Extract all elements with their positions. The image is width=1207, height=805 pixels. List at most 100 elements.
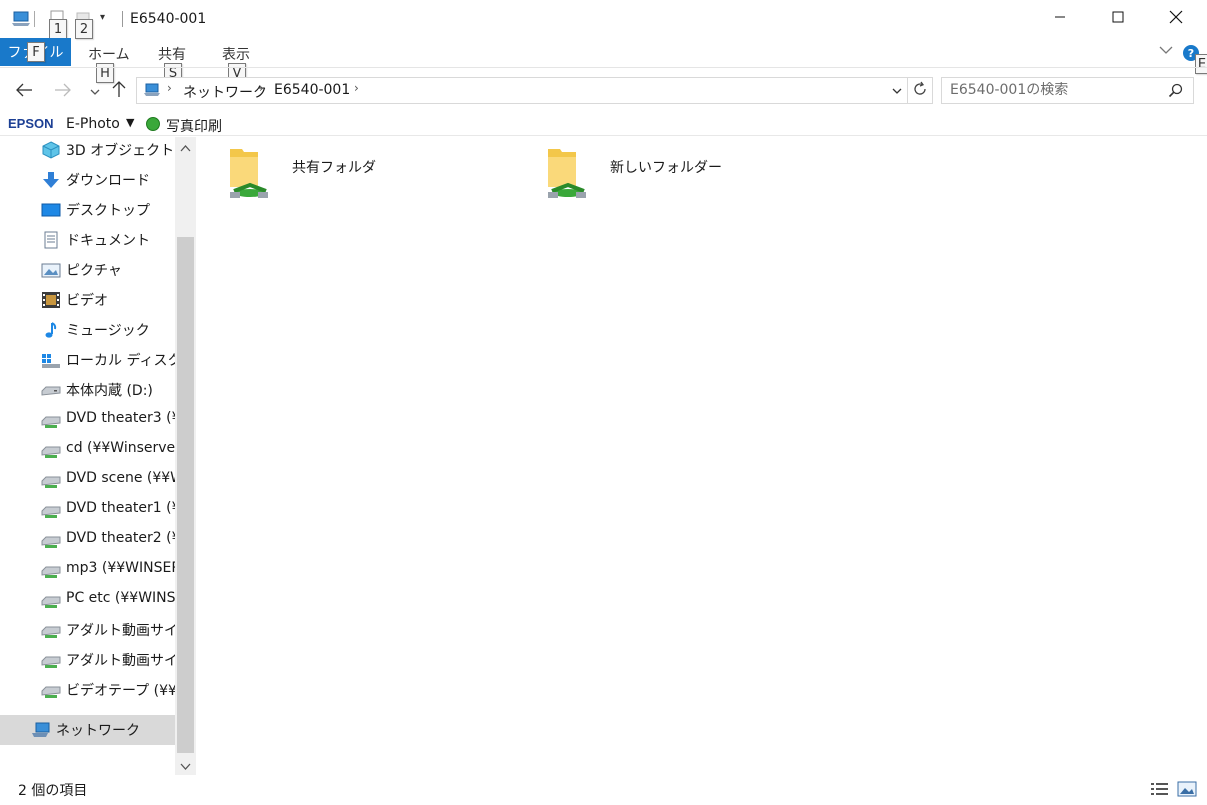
scroll-down-icon[interactable]	[180, 759, 191, 775]
tab-home[interactable]: ホーム	[88, 44, 130, 64]
sidebar-item-videos[interactable]: ビデオ	[0, 285, 175, 315]
search-box[interactable]	[941, 77, 1194, 104]
minimize-button[interactable]	[1031, 0, 1089, 38]
network-icon	[143, 82, 161, 102]
tab-view[interactable]: 表示	[222, 44, 250, 64]
sidebar-item-documents[interactable]: ドキュメント	[0, 225, 175, 255]
close-icon	[1169, 10, 1183, 28]
photo-print-icon	[146, 117, 160, 131]
file-list: 共有フォルダ 新しいフォルダー	[196, 137, 1207, 775]
e-photo-dropdown-icon[interactable]: ▼	[126, 116, 134, 129]
title-bar: 1 2 ▾ E6540-001	[0, 0, 1207, 39]
e-photo-label[interactable]: E-Photo	[66, 116, 120, 132]
search-input[interactable]	[950, 82, 1160, 98]
sidebar-item-local-disk-c[interactable]: ローカル ディスク (C:)	[0, 345, 175, 375]
network-drive-icon	[41, 441, 61, 459]
sidebar-item-dvd-theater3[interactable]: DVD theater3 (¥¥WINSERVER)	[0, 405, 175, 435]
3d-objects-icon	[41, 141, 61, 159]
breadcrumb-chevron-icon[interactable]: ›	[354, 81, 359, 95]
breadcrumb-chevron-icon[interactable]: ›	[167, 81, 172, 95]
up-button[interactable]	[108, 80, 130, 102]
sidebar-item-music[interactable]: ミュージック	[0, 315, 175, 345]
network-drive-icon	[41, 531, 61, 549]
sidebar-item-downloads[interactable]: ダウンロード	[0, 165, 175, 195]
network-drive-icon	[41, 501, 61, 519]
recent-locations-button[interactable]	[84, 80, 106, 102]
sidebar-item-drive-d[interactable]: 本体内蔵 (D:)	[0, 375, 175, 405]
network-drive-icon	[41, 561, 61, 579]
sidebar-item-pc-etc[interactable]: PC etc (¥¥WINSERVER)	[0, 585, 175, 615]
music-icon	[41, 321, 61, 339]
chevron-down-icon	[89, 81, 101, 102]
qa-separator	[34, 11, 35, 27]
address-bar[interactable]: › ネットワーク › E6540-001 ›	[136, 77, 908, 104]
sidebar-item-label: デスクトップ	[66, 203, 150, 219]
download-icon	[41, 171, 61, 189]
keytip-1: 1	[49, 19, 67, 39]
scroll-up-icon[interactable]	[180, 140, 191, 156]
qa-dropdown-icon[interactable]: ▾	[100, 12, 105, 23]
arrow-left-icon	[15, 81, 33, 102]
close-button[interactable]	[1147, 0, 1205, 38]
folder-item-new-folder[interactable]: 新しいフォルダー	[546, 147, 826, 209]
sidebar-item-label: cd (¥¥Winserver2)	[66, 440, 175, 456]
minimize-icon	[1054, 11, 1066, 27]
sidebar-item-label: 本体内蔵 (D:)	[66, 383, 153, 399]
breadcrumb-network[interactable]: ネットワーク	[183, 82, 267, 102]
network-drive-icon	[41, 681, 61, 699]
sidebar-item-label: ネットワーク	[56, 723, 140, 739]
sidebar-item-adult-video-1[interactable]: アダルト動画サイト	[0, 615, 175, 645]
video-icon	[41, 291, 61, 309]
epson-logo: EPSON	[8, 116, 54, 131]
refresh-icon	[912, 81, 928, 101]
computer-icon[interactable]	[10, 10, 32, 32]
scroll-thumb[interactable]	[177, 237, 194, 753]
sidebar-item-cd[interactable]: cd (¥¥Winserver2)	[0, 435, 175, 465]
sidebar-item-dvd-theater1[interactable]: DVD theater1 (¥¥WINSERVER)	[0, 495, 175, 525]
photo-print-button[interactable]: 写真印刷	[166, 116, 222, 136]
maximize-icon	[1112, 11, 1124, 27]
back-button[interactable]	[13, 80, 35, 102]
arrow-up-icon	[112, 80, 126, 103]
ribbon-expand-icon[interactable]	[1158, 44, 1174, 60]
desktop-icon	[41, 201, 61, 219]
sidebar-item-label: 3D オブジェクト	[66, 143, 175, 159]
breadcrumb-e6540-001[interactable]: E6540-001	[274, 82, 350, 98]
tab-share[interactable]: 共有	[158, 44, 186, 64]
sidebar-item-desktop[interactable]: デスクトップ	[0, 195, 175, 225]
folder-label: 新しいフォルダー	[610, 160, 722, 176]
network-drive-icon	[41, 591, 61, 609]
search-icon[interactable]	[1168, 83, 1183, 102]
sidebar-scrollbar[interactable]	[175, 137, 196, 775]
sidebar-item-label: ダウンロード	[66, 173, 150, 189]
sidebar-item-mp3[interactable]: mp3 (¥¥WINSERVER)	[0, 555, 175, 585]
sidebar-item-3d-objects[interactable]: 3D オブジェクト	[0, 135, 175, 165]
address-dropdown-icon[interactable]	[891, 84, 903, 100]
sidebar-item-label: ピクチャ	[66, 263, 122, 279]
sidebar-item-videotape[interactable]: ビデオテープ (¥¥WINSERVER)	[0, 675, 175, 705]
sidebar-item-label: ビデオテープ (¥¥WINSERVER)	[66, 683, 175, 699]
details-view-icon[interactable]	[1150, 781, 1170, 801]
keytip-file: F	[27, 42, 45, 62]
network-drive-icon	[41, 651, 61, 669]
sidebar-item-label: ビデオ	[66, 293, 108, 309]
document-icon	[41, 231, 61, 249]
network-drive-icon	[41, 411, 61, 429]
epson-toolbar: EPSON E-Photo ▼ 写真印刷	[0, 112, 1207, 136]
forward-button[interactable]	[52, 80, 74, 102]
large-icons-view-icon[interactable]	[1177, 780, 1197, 802]
network-drive-icon	[41, 471, 61, 489]
drive-icon	[41, 381, 61, 399]
shared-folder-icon	[546, 147, 590, 207]
breadcrumb-chevron-icon[interactable]: ›	[259, 81, 264, 95]
maximize-button[interactable]	[1089, 0, 1147, 38]
sidebar-item-label: ローカル ディスク (C:)	[66, 353, 175, 369]
sidebar-item-adult-video-2[interactable]: アダルト動画サイト	[0, 645, 175, 675]
sidebar-item-dvd-scene[interactable]: DVD scene (¥¥WINSERVER)	[0, 465, 175, 495]
sidebar-item-pictures[interactable]: ピクチャ	[0, 255, 175, 285]
sidebar-item-dvd-theater2[interactable]: DVD theater2 (¥¥WINSERVER)	[0, 525, 175, 555]
refresh-button[interactable]	[908, 77, 933, 104]
folder-item-shared[interactable]: 共有フォルダ	[228, 147, 508, 209]
sidebar-item-network[interactable]: ネットワーク	[0, 715, 175, 745]
title-separator	[122, 11, 123, 27]
